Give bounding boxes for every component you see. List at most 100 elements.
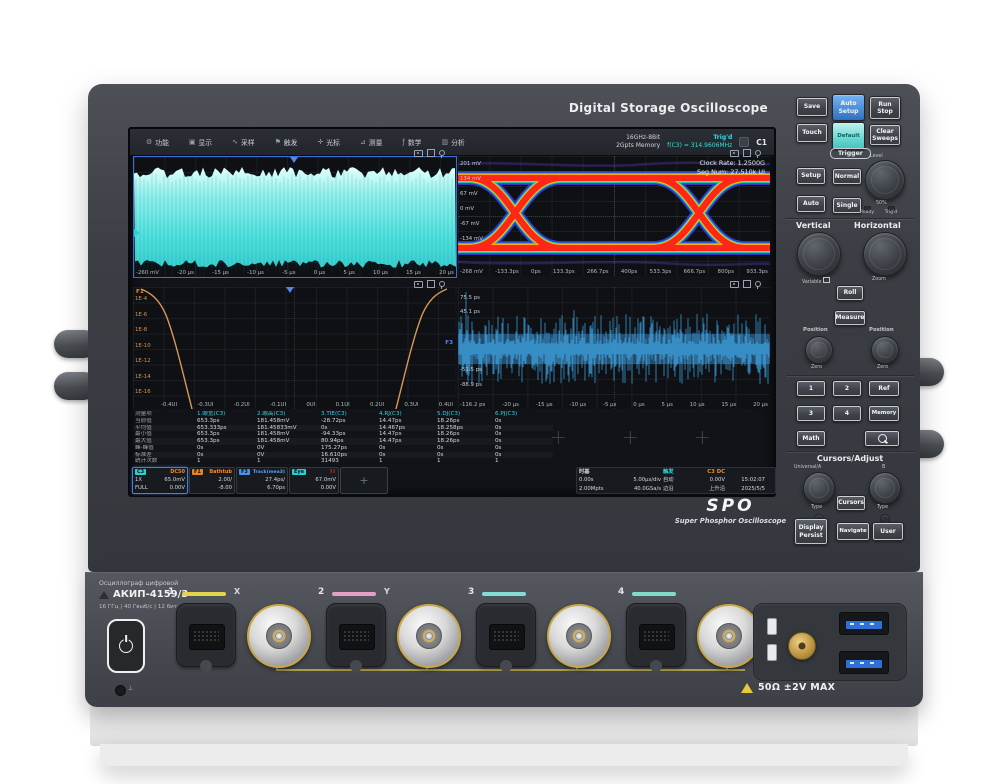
fullscreen-icon[interactable] bbox=[427, 149, 435, 157]
pane-channel-waveform[interactable]: -260 mV-20 μs-15 μs-10 μs-5 μs0 μs5 μs10… bbox=[133, 156, 457, 278]
camera-icon[interactable] bbox=[730, 150, 739, 157]
table-cell: 0s bbox=[195, 445, 255, 452]
table-row-label: 最小值 bbox=[133, 431, 195, 438]
vertical-position-label: Position bbox=[803, 327, 828, 333]
menu-item-cursor[interactable]: ✛光标 bbox=[307, 129, 349, 155]
camera-icon[interactable] bbox=[730, 281, 739, 288]
math-button[interactable]: Math bbox=[796, 430, 826, 447]
empty-measure-slot[interactable]: + bbox=[694, 425, 711, 449]
table-cell: 0s bbox=[319, 425, 377, 432]
trigger-status[interactable]: Trig'd f(C3) = 314.9606MHz bbox=[667, 134, 732, 150]
trigger-position-marker[interactable] bbox=[290, 157, 298, 163]
channel-2-bnc-connector bbox=[397, 604, 461, 668]
vertical-position-knob[interactable] bbox=[805, 336, 833, 364]
run-stop-button[interactable]: RunStop bbox=[869, 96, 901, 120]
save-button[interactable]: Save bbox=[796, 97, 828, 117]
table-cell: 14.47ps bbox=[377, 431, 435, 438]
user-button[interactable]: User bbox=[872, 522, 904, 541]
channel-2-button[interactable]: 2 bbox=[832, 380, 862, 397]
pane-bathtub-curve[interactable]: F1 F3 1E-41E-61E-81E-101E-121E-141E-16 -… bbox=[133, 287, 455, 409]
channel-descriptor-c3[interactable]: C3 DC50 1X65.0mV FULL0.00V bbox=[132, 467, 188, 494]
connector-panel: Осциллограф цифровой АКИП-4159/3 16 ГГц … bbox=[85, 572, 923, 707]
axis-tick: -0.3UI bbox=[197, 402, 213, 408]
display-icon: ▣ bbox=[189, 138, 196, 146]
clear-sweeps-button[interactable]: ClearSweeps bbox=[869, 124, 901, 146]
cursors-button[interactable]: Cursors bbox=[836, 495, 866, 511]
vertical-scale-knob[interactable] bbox=[797, 232, 841, 276]
scale: 67.0mV bbox=[315, 476, 336, 484]
function-descriptor-f1[interactable]: F1 Bathtub 2.00/ -8.00 bbox=[189, 467, 235, 494]
fullscreen-icon[interactable] bbox=[427, 280, 435, 288]
empty-measure-slot[interactable]: + bbox=[550, 425, 567, 449]
table-cell: 14.47ps bbox=[377, 438, 435, 445]
table-cell: 653.3ps bbox=[195, 438, 255, 445]
axis-tick: 0 mV bbox=[460, 206, 474, 212]
search-button[interactable] bbox=[864, 430, 900, 447]
pin-icon[interactable] bbox=[755, 281, 761, 287]
level-50pct-label: 50% bbox=[876, 201, 887, 206]
screen[interactable]: ⚙功能▣显示∿采样⚑触发✛光标⊿测量ƒ数学▥分析 16GHz-8Bit 2Gpt… bbox=[128, 127, 776, 497]
add-channel-box[interactable]: + bbox=[340, 467, 388, 494]
table-cell: 653.3ps bbox=[195, 431, 255, 438]
pin-icon[interactable] bbox=[439, 150, 445, 156]
measure-button[interactable]: Measure bbox=[834, 310, 866, 326]
table-row-label: 统计次数 bbox=[133, 458, 195, 465]
channel-4-button[interactable]: 4 bbox=[832, 405, 862, 422]
table-cell: -28.72ps bbox=[319, 418, 377, 425]
axis-tick: 20 μs bbox=[439, 270, 454, 276]
camera-icon[interactable] bbox=[414, 281, 423, 288]
function-descriptor-f3[interactable]: F3 Track(mea3) 27.4ps/ 6.70ps bbox=[236, 467, 288, 494]
table-cell: 0s bbox=[493, 418, 553, 425]
acquisition-spec: 16GHz-8Bit 2Gpts Memory bbox=[616, 134, 660, 150]
touch-button[interactable]: Touch bbox=[796, 123, 828, 143]
default-button[interactable]: Default bbox=[832, 122, 865, 150]
menu-item-measure[interactable]: ⊿测量 bbox=[350, 129, 392, 155]
sma-connector bbox=[788, 632, 816, 660]
camera-icon[interactable] bbox=[414, 150, 423, 157]
trigger-normal-button[interactable]: Normal bbox=[832, 168, 862, 185]
trigger-level-knob[interactable] bbox=[865, 160, 905, 200]
navigate-button[interactable]: Navigate bbox=[836, 522, 870, 541]
fullscreen-icon[interactable] bbox=[743, 149, 751, 157]
axis-tick: 20 μs bbox=[753, 402, 768, 408]
channel-3-button[interactable]: 3 bbox=[796, 405, 826, 422]
axis-tick: -0.2UI bbox=[234, 402, 250, 408]
empty-measure-slot[interactable]: + bbox=[622, 425, 639, 449]
axis-tick: 5 μs bbox=[343, 270, 354, 276]
menu-item-label: 光标 bbox=[326, 137, 340, 147]
trigger-setup-button[interactable]: Setup bbox=[796, 167, 826, 185]
menu-item-trigger-flag[interactable]: ⚑触发 bbox=[265, 129, 308, 155]
ref-button[interactable]: Ref bbox=[868, 380, 900, 397]
menu-item-sample[interactable]: ∿采样 bbox=[222, 129, 264, 155]
pane-eye-diagram[interactable]: Clock Rate: 1.2500G Seg Num: 27.510k UI … bbox=[458, 156, 770, 276]
axis-tick: 133.3ps bbox=[553, 269, 575, 275]
pin-icon[interactable] bbox=[439, 281, 445, 287]
footer-status[interactable]: 时基 触发 C3 DC 0.00s 5.00μs/div 自动 0.00V 15… bbox=[576, 467, 776, 494]
display-persist-button[interactable]: DisplayPersist bbox=[794, 518, 828, 545]
vertical-zero-label: Zero bbox=[811, 365, 822, 370]
adjust-b-knob[interactable] bbox=[869, 472, 901, 504]
scale: 27.4ps/ bbox=[265, 476, 285, 484]
trigger-position-marker[interactable] bbox=[286, 287, 294, 293]
memory-button[interactable]: Memory bbox=[868, 405, 900, 422]
axis-tick: 0.1UI bbox=[336, 402, 350, 408]
trigger-auto-button[interactable]: Auto bbox=[796, 195, 826, 213]
menu-item-gear[interactable]: ⚙功能 bbox=[136, 129, 179, 155]
roll-button[interactable]: Roll bbox=[836, 285, 864, 301]
channel-1-button[interactable]: 1 bbox=[796, 380, 826, 397]
universal-a-knob[interactable] bbox=[803, 472, 835, 504]
pane-jitter-track[interactable]: 75.5 ps45.1 ps-51.5 ps-88.9 ps -116.2 ps… bbox=[458, 287, 770, 409]
bus-indicator-icon[interactable] bbox=[739, 137, 749, 147]
horizontal-scale-knob[interactable] bbox=[863, 232, 907, 276]
eye-descriptor[interactable]: Eye II 67.0mV 0.00V bbox=[289, 467, 339, 494]
timebase-scale: 5.00μs/div bbox=[611, 476, 663, 484]
pin-icon[interactable] bbox=[755, 150, 761, 156]
channel-2-color-bar bbox=[332, 592, 376, 596]
table-header-cell: 2.眼高(C3) bbox=[255, 411, 319, 418]
menu-item-display[interactable]: ▣显示 bbox=[179, 129, 222, 155]
horizontal-position-knob[interactable] bbox=[871, 336, 899, 364]
trigd-led-label: Trig'd bbox=[882, 210, 900, 215]
fullscreen-icon[interactable] bbox=[743, 280, 751, 288]
control-panel: Save AutoSetup RunStop Touch Default Cle… bbox=[780, 84, 920, 572]
auto-setup-button[interactable]: AutoSetup bbox=[832, 94, 865, 121]
